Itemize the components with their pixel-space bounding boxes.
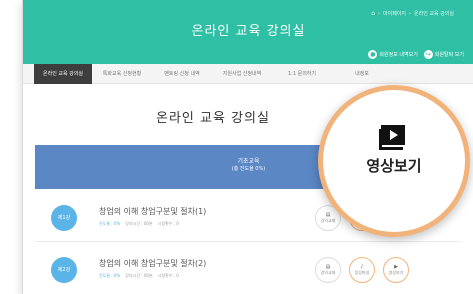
lecture-number-badge: 제1강 — [51, 205, 77, 231]
textbook-button[interactable]: ▤ 강의교재 — [315, 257, 341, 283]
withdraw-label: 회원탈퇴 보기 — [434, 52, 464, 58]
withdraw-link[interactable]: ↪ 회원탈퇴 보기 — [423, 50, 464, 59]
tab-special-education[interactable]: 특화교육 신청현황 — [92, 64, 152, 84]
audio-label: 음성파일 — [354, 270, 370, 275]
tab-inquiry[interactable]: 1:1 문의하기 — [272, 64, 332, 84]
page-header: ⌂ › 마이페이지 › 온라인 교육 강의실 온라인 교육 강의실 ● 회원정보… — [23, 0, 473, 64]
lecture-title[interactable]: 창업의 이해 창업구분및 절차(2) — [99, 258, 206, 269]
header-title: 온라인 교육 강의실 — [191, 24, 306, 39]
tab-online-classroom[interactable]: 온라인 교육 강의실 — [34, 64, 92, 84]
member-info-link[interactable]: ● 회원정보 내역보기 — [368, 50, 418, 59]
tab-my-info[interactable]: 내정보 — [332, 64, 392, 84]
textbook-label: 강의교재 — [320, 270, 336, 275]
lecture-number-badge: 제2강 — [51, 257, 77, 283]
breadcrumb-item[interactable]: 온라인 교육 강의실 — [414, 10, 454, 17]
textbook-label: 강의교재 — [320, 218, 336, 223]
zoom-label: 영상보기 — [366, 157, 422, 175]
video-label: 영상보기 — [388, 270, 404, 275]
video-button[interactable]: ▶ 영상보기 — [383, 257, 409, 283]
lecture-row: 제2강 창업의 이해 창업구분및 절차(2) 진도율 : 0% 강의시간 : 0… — [35, 248, 462, 294]
lecture-views: 시청횟수 : 0 — [157, 221, 179, 226]
lecture-time: 강의시간 : 00분 — [125, 273, 153, 278]
play-video-icon — [379, 125, 405, 150]
user-icon: ● — [368, 50, 378, 59]
header-links: ● 회원정보 내역보기 ↪ 회원탈퇴 보기 — [368, 50, 464, 59]
lecture-title[interactable]: 창업의 이해 창업구분및 절차(1) — [99, 206, 206, 217]
lecture-time: 강의시간 : 00분 — [125, 221, 153, 226]
lecture-meta: 진도율 : 0% 강의시간 : 00분 시청횟수 : 0 — [99, 273, 179, 279]
tab-support-program[interactable]: 지원사업 신청내역 — [212, 64, 272, 84]
home-icon[interactable]: ⌂ — [371, 10, 375, 17]
logout-icon: ↪ — [423, 50, 433, 59]
tab-bar: 온라인 교육 강의실 특화교육 신청현황 멘토링 신청 내역 지원사업 신청내역… — [23, 64, 473, 84]
lecture-meta: 진도율 : 0% 강의시간 : 00분 시청횟수 : 0 — [99, 221, 179, 227]
lecture-progress: 진도율 : 0% — [99, 221, 121, 226]
breadcrumb-item[interactable]: 마이페이지 — [383, 10, 406, 17]
lecture-views: 시청횟수 : 0 — [157, 273, 179, 278]
tab-mentoring[interactable]: 멘토링 신청 내역 — [152, 64, 212, 84]
lecture-progress: 진도율 : 0% — [99, 273, 121, 278]
breadcrumb: ⌂ › 마이페이지 › 온라인 교육 강의실 — [371, 10, 454, 17]
audio-button[interactable]: ♪ 음성파일 — [349, 257, 375, 283]
zoom-callout[interactable]: 영상보기 — [318, 85, 470, 237]
member-info-label: 회원정보 내역보기 — [379, 52, 418, 58]
